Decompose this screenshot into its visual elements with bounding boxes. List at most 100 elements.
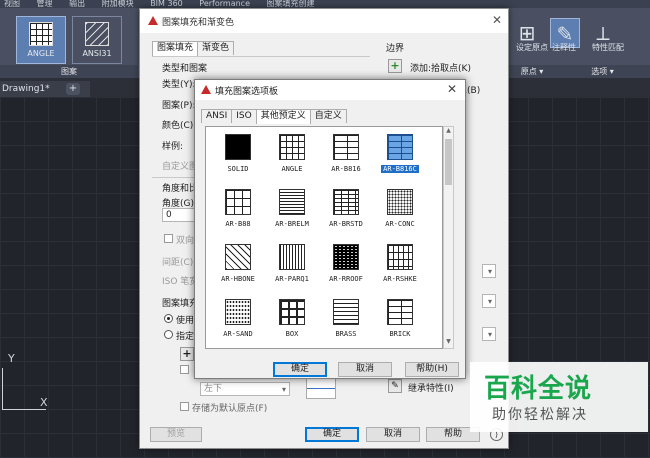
pattern-item[interactable]: AR-CONC <box>372 184 428 239</box>
ribbon-tab-manage[interactable]: 管理 <box>37 0 53 8</box>
pattern-brick-c-icon <box>387 134 413 160</box>
hatch-diagonal-icon <box>85 22 109 46</box>
pattern-label: ANGLE <box>281 165 303 173</box>
pattern-list-scrollbar[interactable]: ▲ ▼ <box>443 126 454 349</box>
pattern-item[interactable]: AR-RROOF <box>318 239 374 294</box>
pattern-brass-icon <box>333 299 359 325</box>
pattern-box-icon <box>279 299 305 325</box>
autocad-logo-icon <box>201 85 211 94</box>
scroll-down-icon[interactable]: ▼ <box>444 338 453 348</box>
pattern-brick2-icon <box>387 299 413 325</box>
ribbon-tab-performance[interactable]: Performance <box>199 0 250 8</box>
file-tab-label: Drawing1* <box>2 84 50 94</box>
pattern-label: BOX <box>285 330 299 338</box>
type-label: 类型(Y): <box>162 80 196 90</box>
dropdown-2[interactable]: ▾ <box>482 294 496 308</box>
ribbon-tab-bim360[interactable]: BIM 360 <box>150 0 183 8</box>
ribbon-tab-view[interactable]: 视图 <box>4 0 20 8</box>
pattern-label: AR-B816 <box>331 165 361 173</box>
angle-input[interactable]: 0 <box>162 208 196 222</box>
main-dialog-titlebar[interactable]: 图案填充和渐变色 ✕ <box>140 9 508 33</box>
pattern-item[interactable]: AR-SAND <box>210 294 266 348</box>
pattern-item[interactable]: AR-B88 <box>210 184 266 239</box>
color-label: 颜色(C): <box>162 121 197 131</box>
origin-preview-icon <box>306 377 336 399</box>
pattern-conc-icon <box>387 189 413 215</box>
close-icon[interactable]: ✕ <box>447 82 457 96</box>
pattern-label: AR-B88 <box>225 220 251 228</box>
spacing-label: 间距(C): <box>162 258 197 268</box>
palette-cancel-button[interactable]: 取消 <box>338 362 392 377</box>
pattern-item[interactable]: SOLID <box>210 129 266 184</box>
inherit-properties-label: 继承特性(I) <box>408 384 454 394</box>
pattern-sand-icon <box>225 299 251 325</box>
palette-help-button[interactable]: 帮助(H) <box>405 362 459 377</box>
match-properties-label: 特性匹配 <box>592 43 624 52</box>
click-set-origin-button[interactable]: + <box>180 347 194 361</box>
specified-origin-radio[interactable] <box>164 330 173 339</box>
pattern-item[interactable]: AR-PARQ1 <box>264 239 320 294</box>
hatch-pattern-palette-dialog: 填充图案选项板 ✕ ANSI ISO 其他预定义 自定义 SOLID ANGLE A… <box>194 79 466 379</box>
palette-titlebar[interactable]: 填充图案选项板 ✕ <box>195 80 465 100</box>
annotative-label: 注释性 <box>552 43 576 52</box>
ribbon-panel-origin[interactable]: 原点 ▾ <box>509 65 555 78</box>
pattern-item[interactable]: AR-HBONE <box>210 239 266 294</box>
tab-other-predefined[interactable]: 其他预定义 <box>255 109 311 124</box>
chevron-down-icon: ▾ <box>281 385 286 394</box>
new-tab-button[interactable]: + <box>66 83 80 95</box>
pattern-item[interactable]: AR-B816 <box>318 129 374 184</box>
scroll-thumb[interactable] <box>445 139 452 185</box>
section-divider <box>152 177 194 178</box>
pattern-item[interactable]: BRICK <box>372 294 428 348</box>
type-pattern-section: 类型和图案 <box>162 64 208 74</box>
pattern-label: 图案(P): <box>162 101 196 111</box>
pattern-item[interactable]: AR-BRELM <box>264 184 320 239</box>
main-dialog-title: 图案填充和渐变色 <box>162 18 235 28</box>
dropdown-3[interactable]: ▾ <box>482 327 496 341</box>
ribbon-pattern-angle[interactable]: ANGLE <box>16 16 66 64</box>
pattern-parq-icon <box>279 244 305 270</box>
ribbon-tab-output[interactable]: 输出 <box>69 0 85 8</box>
pattern-item[interactable]: AR-RSHKE <box>372 239 428 294</box>
boundaries-section: 边界 <box>386 44 405 54</box>
tab-custom[interactable]: 自定义 <box>309 109 347 123</box>
pattern-label: AR-BRSTD <box>329 220 363 228</box>
dropdown-1[interactable]: ▾ <box>482 264 496 278</box>
ribbon-tab-hatch-create[interactable]: 图案填充创建 <box>267 0 315 8</box>
ucs-y-label: Y <box>8 352 15 365</box>
pattern-list: SOLID ANGLE AR-B816 AR-B816C AR-B88 AR-BRELM A… <box>205 126 443 349</box>
use-current-origin-radio[interactable] <box>164 314 173 323</box>
scroll-up-icon[interactable]: ▲ <box>444 127 453 137</box>
ribbon-panel-options[interactable]: 选项 ▾ <box>555 65 650 78</box>
store-default-origin-checkbox[interactable] <box>180 402 189 411</box>
add-pick-points-button[interactable]: + <box>388 59 402 73</box>
double-checkbox[interactable] <box>164 234 173 243</box>
plus-icon: + <box>68 83 78 94</box>
inherit-properties-button[interactable]: ✎ <box>388 379 402 393</box>
pattern-item[interactable]: AR-BRSTD <box>318 184 374 239</box>
pattern-label: AR-PARQ1 <box>275 275 309 283</box>
pattern-item[interactable]: BRASS <box>318 294 374 348</box>
pattern-item[interactable]: BOX <box>264 294 320 348</box>
default-boundary-checkbox[interactable] <box>180 365 189 374</box>
pattern-item[interactable]: AR-B816C <box>372 129 428 184</box>
tab-hatch[interactable]: 图案填充 <box>152 41 199 56</box>
ribbon-tab-bar: 视图 管理 输出 附加模块 BIM 360 Performance 图案填充创建 <box>0 0 650 8</box>
ucs-y-axis <box>2 368 3 410</box>
origin-position-select[interactable]: 左下 ▾ <box>200 382 290 396</box>
main-ok-button[interactable]: 确定 <box>305 427 359 442</box>
tab-gradient[interactable]: 渐变色 <box>197 41 235 55</box>
tab-ansi[interactable]: ANSI <box>201 109 233 123</box>
main-cancel-button[interactable]: 取消 <box>366 427 420 442</box>
pattern-hbone-icon <box>225 244 251 270</box>
pattern-label: AR-SAND <box>223 330 253 338</box>
palette-ok-button[interactable]: 确定 <box>273 362 327 377</box>
pattern-item[interactable]: ANGLE <box>264 129 320 184</box>
tab-iso[interactable]: ISO <box>231 109 257 123</box>
pattern-label: AR-CONC <box>385 220 415 228</box>
ribbon-pattern-ansi31[interactable]: ANSI31 <box>72 16 122 64</box>
preview-button[interactable]: 预览 <box>150 427 202 442</box>
ribbon-tab-addins[interactable]: 附加模块 <box>102 0 134 8</box>
pattern-label: AR-RROOF <box>329 275 363 283</box>
close-icon[interactable]: ✕ <box>492 13 502 27</box>
